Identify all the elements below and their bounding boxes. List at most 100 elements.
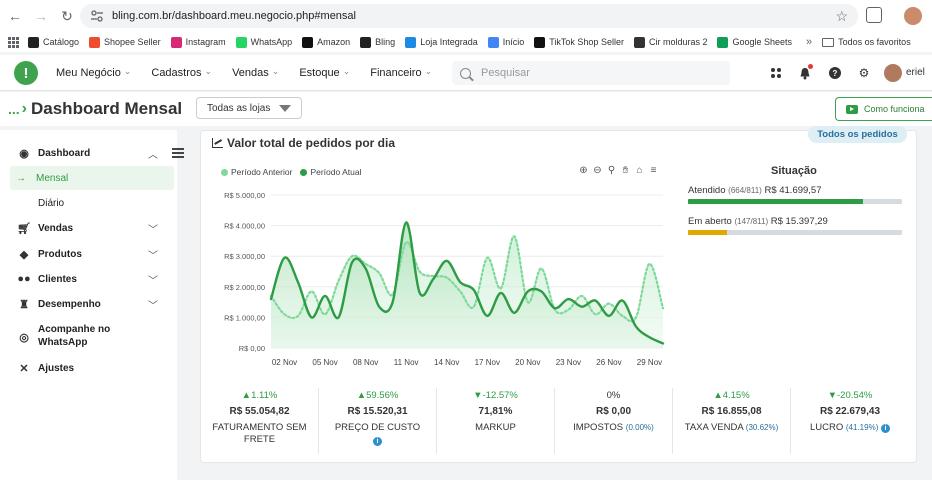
kpi-value: R$ 22.679,43 (819, 406, 881, 417)
kpi-label: FATURAMENTO SEM FRETE (212, 422, 307, 445)
bookmark-item[interactable]: Amazon (302, 36, 350, 48)
bookmark-item[interactable]: Catálogo (28, 36, 79, 48)
situation-open: Em aberto (147/811) R$ 15.397,29 (688, 216, 902, 235)
all-bookmarks-folder[interactable]: Todos os favoritos (838, 37, 911, 47)
back-arrow-icon[interactable]: ← (4, 5, 26, 27)
help-icon[interactable]: ? (827, 65, 843, 81)
bookmark-item[interactable]: Instagram (170, 36, 226, 48)
bling-logo[interactable]: ! (14, 61, 38, 85)
magnifier-icon[interactable]: ⚲ (606, 165, 617, 176)
collapse-menu-icon[interactable] (172, 148, 184, 158)
zoom-in-icon[interactable]: ⊕ (578, 165, 589, 176)
x-tick-label: 23 Nov (556, 358, 581, 367)
sidebar-item-desempenho[interactable]: ♜ Desempenho ﹀ (0, 292, 177, 316)
sidebar-item-clientes[interactable]: ●● Clientes ﹀ (0, 267, 177, 291)
menu-meu-negocio[interactable]: Meu Negócio (56, 67, 131, 79)
sidebar-item-produtos[interactable]: ◆ Produtos ﹀ (0, 242, 177, 266)
apps-icon[interactable] (768, 65, 784, 81)
sidebar: ◉ Dashboard ︿ → Mensal Diário 🛒︎ Vendas … (0, 130, 177, 480)
zoom-out-icon[interactable]: ⊖ (592, 165, 603, 176)
kpi-block: ▲59.56% R$ 15.520,31 PREÇO DE CUSTO i (319, 388, 437, 454)
bookmark-item[interactable]: Google Sheets (717, 36, 792, 48)
legend-previous-period[interactable]: Período Anterior (221, 167, 292, 177)
apps-grid-icon[interactable] (8, 37, 19, 48)
chevron-down-icon: ﹀ (148, 275, 158, 287)
sidebar-item-mensal[interactable]: → Mensal (10, 166, 174, 190)
browser-profile-avatar[interactable] (904, 7, 922, 25)
notification-dot (808, 64, 813, 69)
breadcrumb: ... › Dashboard Mensal (8, 99, 182, 119)
chevron-down-icon: ﹀ (148, 224, 158, 236)
menu-financeiro[interactable]: Financeiro (370, 67, 432, 79)
y-tick-label: R$ 5.000,00 (224, 191, 265, 200)
trophy-icon: ♜ (19, 298, 29, 311)
all-orders-badge[interactable]: Todos os pedidos (808, 126, 907, 143)
menu-vendas[interactable]: Vendas (232, 67, 279, 79)
sidebar-item-ajustes[interactable]: ✕ Ajustes (0, 356, 177, 380)
breadcrumb-ellipsis[interactable]: ... (8, 101, 20, 117)
site-info-icon[interactable] (90, 9, 104, 23)
y-tick-label: R$ 0,00 (239, 344, 265, 353)
how-it-works-button[interactable]: Como funciona (835, 97, 932, 121)
bookmark-item[interactable]: Início (487, 36, 524, 48)
menu-estoque[interactable]: Estoque (299, 67, 350, 79)
bookmark-item[interactable]: Loja Integrada (405, 36, 478, 48)
info-icon[interactable]: i (881, 424, 890, 433)
whatsapp-icon: ◎ (19, 332, 29, 344)
bookmark-item[interactable]: Cir molduras 2 (633, 36, 708, 48)
sidebar-item-whatsapp[interactable]: ◎ Acompanhe no WhatsApp (0, 323, 177, 353)
gear-icon[interactable]: ⚙ (856, 65, 872, 81)
progress-fill (688, 199, 864, 204)
store-filter-select[interactable]: Todas as lojas (196, 97, 302, 119)
reload-icon[interactable]: ↻ (56, 5, 78, 27)
kpi-value: R$ 15.520,31 (347, 406, 408, 417)
tools-icon: ✕ (19, 362, 29, 375)
legend-dot-previous (221, 168, 228, 176)
how-it-works-label: Como funciona (864, 104, 925, 114)
bookmark-star-icon[interactable]: ☆ (835, 8, 848, 25)
bookmark-item[interactable]: WhatsApp (235, 36, 292, 48)
kpi-label: IMPOSTOS (0.00%) (573, 422, 654, 433)
bell-icon[interactable] (797, 64, 813, 81)
menu-cadastros[interactable]: Cadastros (151, 67, 212, 79)
tag-icon: ◆ (19, 248, 29, 261)
kpi-change: ▼-20.54% (827, 390, 873, 401)
sidebar-item-vendas[interactable]: 🛒︎ Vendas ﹀ (0, 216, 177, 240)
bookmark-item[interactable]: Shopee Seller (89, 36, 161, 48)
user-name[interactable]: eriel (906, 67, 925, 78)
sidebar-item-label: Dashboard (38, 147, 91, 159)
bookmark-favicon-icon (633, 36, 645, 48)
x-tick-label: 02 Nov (272, 358, 297, 367)
forward-arrow-icon[interactable]: → (30, 5, 52, 27)
sidebar-item-label: Diário (38, 197, 65, 209)
bookmark-label: Cir molduras 2 (648, 37, 708, 47)
sidebar-item-label: Vendas (38, 222, 74, 234)
kpi-change: ▲4.15% (713, 390, 750, 401)
folder-icon (822, 37, 835, 47)
search-input[interactable] (481, 67, 721, 79)
x-tick-label: 05 Nov (312, 358, 337, 367)
legend-label: Período Anterior (231, 167, 293, 177)
chart-toolbar: ⊕ ⊖ ⚲ ✋︎ ⌂ ≡ (578, 165, 662, 176)
sidebar-item-diario[interactable]: Diário (0, 191, 177, 215)
home-reset-icon[interactable]: ⌂ (634, 165, 645, 176)
bookmark-item[interactable]: Bling (360, 36, 395, 48)
x-tick-label: 14 Nov (434, 358, 459, 367)
legend-current-period[interactable]: Período Atual (300, 167, 361, 177)
sidebar-item-dashboard[interactable]: ◉ Dashboard ︿ (0, 141, 177, 165)
info-icon[interactable]: i (373, 437, 382, 446)
chevron-down-icon: ﹀ (148, 250, 158, 262)
search-icon (460, 67, 471, 79)
pan-hand-icon[interactable]: ✋︎ (620, 165, 631, 176)
user-avatar[interactable] (884, 64, 902, 82)
legend-label: Período Atual (310, 167, 362, 177)
kpi-label: MARKUP (475, 422, 516, 433)
more-bookmarks-icon[interactable]: » (806, 36, 812, 48)
bookmark-item[interactable]: TikTok Shop Seller (534, 36, 624, 48)
orders-card: Valor total de pedidos por dia Todos os … (200, 126, 917, 463)
extensions-icon[interactable] (866, 7, 882, 23)
chart-legend: Período Anterior Período Atual (221, 167, 369, 177)
address-bar[interactable]: bling.com.br/dashboard.meu.negocio.php#m… (80, 4, 858, 28)
top-menu: Meu Negócio Cadastros Vendas Estoque Fin… (56, 55, 452, 91)
menu-icon[interactable]: ≡ (648, 165, 659, 176)
